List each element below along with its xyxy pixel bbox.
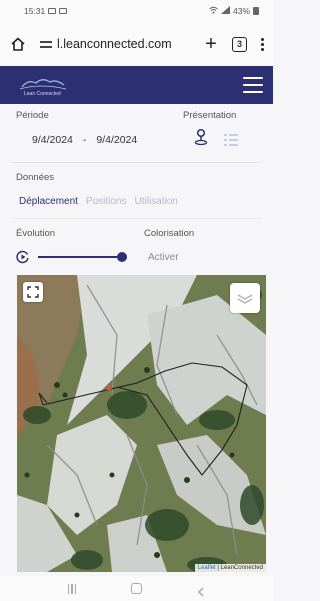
notification-icon (59, 8, 68, 14)
leaflet-link[interactable]: Leaflet (198, 565, 216, 571)
fullscreen-icon[interactable] (23, 282, 43, 302)
tab-deplacement[interactable]: Déplacement (19, 196, 78, 207)
divider (12, 218, 262, 219)
menu-dots-icon[interactable] (259, 37, 265, 51)
address-bar[interactable]: l.leanconnected.com (40, 37, 172, 51)
tab-utilisation[interactable]: Utilisation (135, 196, 178, 207)
app-header: Lean Connected (0, 66, 273, 104)
url-text: l.leanconnected.com (57, 37, 172, 51)
signal-icon (220, 6, 230, 16)
attribution-text: LeanConnected (220, 565, 263, 571)
list-icon[interactable] (224, 133, 238, 147)
status-bar: 15:31 43% (0, 0, 273, 22)
user-pin-icon[interactable] (194, 128, 208, 151)
browser-toolbar: l.leanconnected.com + 3 (0, 22, 273, 66)
slider-track[interactable] (38, 252, 127, 262)
back-icon[interactable] (196, 584, 206, 597)
map-attribution: Leaflet | LeanConnected (194, 564, 266, 572)
status-time: 15:31 (24, 6, 46, 16)
svg-text:Lean Connected: Lean Connected (24, 91, 61, 97)
battery-percent: 43% (232, 6, 250, 16)
colorisation-toggle[interactable]: Activer (148, 252, 179, 263)
slider-thumb[interactable] (117, 252, 127, 262)
tabs-icon[interactable]: 3 (232, 36, 247, 52)
system-nav-bar (0, 576, 273, 601)
date-separator: - (82, 134, 87, 146)
recent-apps-icon[interactable] (67, 583, 77, 594)
home-icon[interactable] (10, 36, 26, 52)
date-range[interactable]: 9/4/2024 - 9/4/2024 (32, 134, 137, 146)
divider (12, 162, 262, 163)
satellite-terrain (17, 275, 266, 572)
tune-icon[interactable] (40, 39, 52, 49)
map[interactable]: Leaflet | LeanConnected (17, 275, 266, 572)
evolution-label: Évolution (16, 228, 56, 239)
start-date[interactable]: 9/4/2024 (32, 134, 73, 146)
plus-icon[interactable]: + (200, 34, 222, 54)
battery-icon (253, 7, 259, 15)
home-nav-icon[interactable] (131, 583, 142, 594)
tab-positions[interactable]: Positions (86, 196, 127, 207)
hamburger-icon[interactable] (243, 77, 263, 93)
gallery-icon (48, 8, 57, 14)
evolution-slider (16, 249, 136, 265)
layers-icon[interactable] (230, 283, 260, 313)
end-date[interactable]: 9/4/2024 (96, 134, 137, 146)
presentation-label: Présentation (183, 110, 237, 121)
logo[interactable]: Lean Connected (16, 73, 70, 97)
donnees-label: Données (16, 172, 55, 183)
data-tabs: Déplacement Positions Utilisation (19, 196, 178, 207)
wifi-icon (209, 6, 218, 16)
periode-label: Période (16, 110, 49, 121)
presentation-options (194, 128, 238, 151)
colorisation-label: Colorisation (144, 228, 195, 239)
play-icon[interactable] (16, 250, 30, 264)
